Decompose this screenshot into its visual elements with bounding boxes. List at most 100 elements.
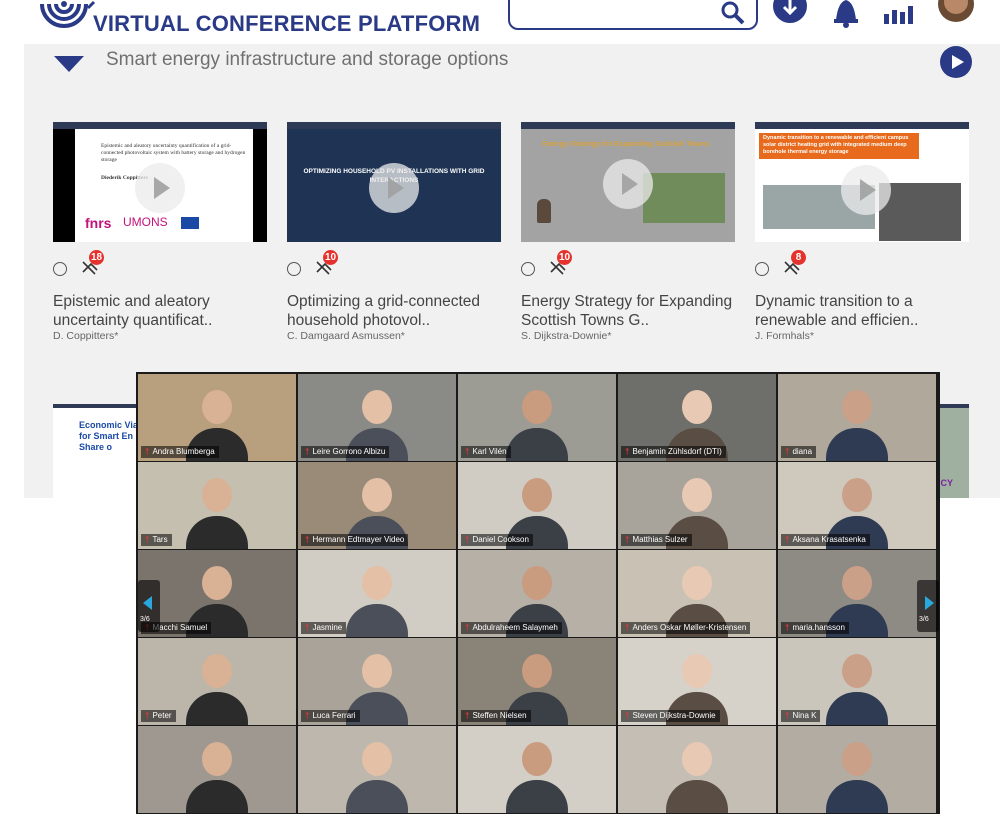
participant-tile[interactable]: † Abdulraheem Salaymeh: [458, 550, 616, 637]
comment-count-badge: 10: [557, 250, 573, 265]
muted-mic-icon: †: [305, 623, 310, 632]
talk-card[interactable]: Energy Strategy for Expanding Scottish T…: [521, 122, 735, 342]
avatar[interactable]: [938, 0, 974, 30]
participant-name: † Jasmine: [301, 622, 347, 634]
participant-tile[interactable]: † Jasmine: [298, 550, 456, 637]
participant-name-text: diana: [792, 447, 813, 456]
participant-name-text: Daniel Cookson: [472, 535, 529, 544]
talk-card-partial[interactable]: ICY: [938, 404, 969, 498]
participant-tile[interactable]: † diana: [778, 374, 936, 461]
chevron-right-icon: [925, 596, 934, 610]
participant-tile[interactable]: † Steffen Nielsen: [458, 638, 616, 725]
muted-mic-icon: †: [785, 447, 790, 456]
play-overlay-icon[interactable]: [369, 163, 419, 213]
muted-mic-icon: †: [145, 535, 150, 544]
participant-tile[interactable]: † Andra Blumberga: [138, 374, 296, 461]
participant-tile[interactable]: † Anders Oskar Møller-Kristensen: [618, 550, 776, 637]
participant-tile[interactable]: † maria.hansson: [778, 550, 936, 637]
video-thumbnail[interactable]: Energy Strategy for Expanding Scottish T…: [521, 122, 735, 242]
card-title[interactable]: Energy Strategy for Expanding Scottish T…: [521, 292, 761, 330]
participant-name-text: Steven Dijkstra-Downie: [632, 711, 716, 720]
participant-tile[interactable]: [298, 726, 456, 813]
participant-tile[interactable]: [778, 726, 936, 813]
muted-mic-icon: †: [305, 447, 310, 456]
prev-page-button[interactable]: 3/6: [138, 580, 160, 632]
participant-tile[interactable]: † Peter: [138, 638, 296, 725]
card-title-line: Scottish Towns G..: [521, 312, 650, 329]
participant-tile[interactable]: † Matthias Sulzer: [618, 462, 776, 549]
umons-logo: UMONS: [123, 215, 168, 229]
card-author: S. Dijkstra-Downie*: [521, 330, 612, 342]
play-overlay-icon[interactable]: [841, 165, 891, 215]
muted-mic-icon: †: [625, 711, 630, 720]
card-title-line: uncertainty quantificat..: [53, 312, 213, 329]
participant-video: [202, 566, 232, 600]
participant-video: [682, 566, 712, 600]
bell-icon[interactable]: [828, 0, 864, 30]
select-radio[interactable]: [521, 262, 535, 276]
page-indicator: 3/6: [140, 616, 150, 623]
muted-mic-icon: †: [625, 535, 630, 544]
play-overlay-icon[interactable]: [135, 163, 185, 213]
participant-name: † Karl Vilén: [461, 446, 511, 458]
top-header: VIRTUAL CONFERENCE PLATFORM: [0, 0, 1000, 44]
play-all-icon[interactable]: [940, 46, 972, 78]
participant-name: † Matthias Sulzer: [621, 534, 692, 546]
next-page-button[interactable]: 3/6: [917, 580, 939, 632]
participant-tile[interactable]: [138, 726, 296, 813]
card-author: D. Coppitters*: [53, 330, 119, 342]
participant-tile[interactable]: † Hermann Edtmayer Video: [298, 462, 456, 549]
participant-video: [186, 692, 248, 725]
participant-video: [346, 780, 408, 813]
participant-video: [362, 390, 392, 424]
participant-tile[interactable]: [458, 726, 616, 813]
participant-tile[interactable]: † Nina K: [778, 638, 936, 725]
participant-tile[interactable]: † Daniel Cookson: [458, 462, 616, 549]
muted-mic-icon: †: [465, 447, 470, 456]
participant-tile[interactable]: † Aksana Krasatsenka: [778, 462, 936, 549]
thumb-text: Epistemic and aleatory uncertainty quant…: [101, 143, 246, 163]
talk-card-partial[interactable]: Economic Via for Smart En Share o: [53, 404, 143, 498]
participant-video: [842, 566, 872, 600]
select-radio[interactable]: [755, 262, 769, 276]
participant-name-text: Tars: [152, 535, 168, 544]
participant-tile[interactable]: † Steven Dijkstra-Downie: [618, 638, 776, 725]
select-radio[interactable]: [287, 262, 301, 276]
participant-tile[interactable]: † Benjamin Zühlsdorf (DTI): [618, 374, 776, 461]
participant-tile[interactable]: † Tars: [138, 462, 296, 549]
talk-card[interactable]: Dynamic transition to a renewable and ef…: [755, 122, 969, 342]
participant-video: [346, 604, 408, 637]
card-title[interactable]: Dynamic transition to a renewable and ef…: [755, 292, 995, 330]
card-title-line: renewable and efficien..: [755, 312, 919, 329]
participant-tile[interactable]: † Leire Gorrono Albizu: [298, 374, 456, 461]
video-thumbnail[interactable]: Epistemic and aleatory uncertainty quant…: [53, 122, 267, 242]
logo-icon[interactable]: [38, 0, 98, 34]
search-input[interactable]: [508, 0, 758, 30]
video-thumbnail[interactable]: Dynamic transition to a renewable and ef…: [755, 122, 969, 242]
participant-tile[interactable]: [618, 726, 776, 813]
participant-name: † Daniel Cookson: [461, 534, 533, 546]
card-title-line: Optimizing a grid-connected: [287, 293, 480, 310]
participant-name: † maria.hansson: [781, 622, 849, 634]
participant-video: [522, 742, 552, 776]
vub-logo: [181, 217, 199, 229]
participant-tile[interactable]: †Macchi Samuel: [138, 550, 296, 637]
muted-mic-icon: †: [785, 535, 790, 544]
select-radio[interactable]: [53, 262, 67, 276]
play-overlay-icon[interactable]: [603, 159, 653, 209]
muted-mic-icon: †: [625, 447, 630, 456]
participant-video: [202, 478, 232, 512]
participant-tile[interactable]: † Luca Ferrari: [298, 638, 456, 725]
participant-tile[interactable]: † Karl Vilén: [458, 374, 616, 461]
card-title[interactable]: Optimizing a grid-connected household ph…: [287, 292, 527, 330]
participant-video: [522, 654, 552, 688]
download-icon[interactable]: [772, 0, 808, 30]
talk-card[interactable]: Epistemic and aleatory uncertainty quant…: [53, 122, 267, 342]
stats-icon[interactable]: [882, 0, 918, 30]
video-thumbnail[interactable]: OPTIMIZING HOUSEHOLD PV INSTALLATIONS WI…: [287, 122, 501, 242]
search-icon[interactable]: [720, 0, 746, 26]
collapse-caret-icon[interactable]: [54, 56, 84, 74]
card-title[interactable]: Epistemic and aleatory uncertainty quant…: [53, 292, 293, 330]
talk-card[interactable]: OPTIMIZING HOUSEHOLD PV INSTALLATIONS WI…: [287, 122, 501, 342]
comment-count-badge: 10: [323, 250, 339, 265]
